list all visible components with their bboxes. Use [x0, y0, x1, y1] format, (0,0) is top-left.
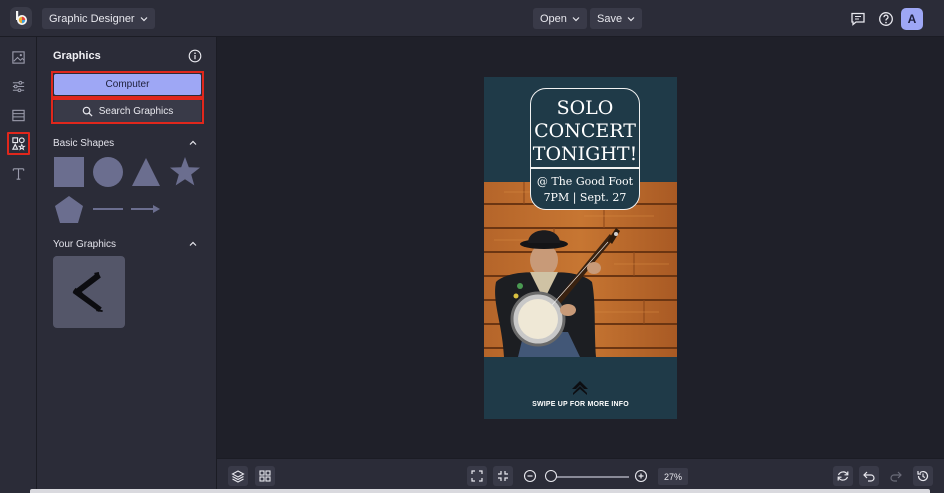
- mode-label: Graphic Designer: [49, 12, 135, 25]
- help-button[interactable]: [875, 8, 896, 29]
- star-shape[interactable]: [169, 156, 201, 187]
- app-logo[interactable]: [10, 7, 32, 29]
- grid-button[interactable]: [255, 466, 275, 486]
- pentagon-shape[interactable]: [54, 195, 84, 224]
- poster-title-box[interactable]: SOLO CONCERT TONIGHT! @ The Good Foot 7P…: [530, 88, 640, 210]
- zoom-in-button[interactable]: [631, 466, 651, 486]
- open-label: Open: [540, 12, 567, 25]
- design-canvas[interactable]: SOLO CONCERT TONIGHT! @ The Good Foot 7P…: [217, 37, 944, 458]
- undo-icon: [863, 471, 875, 482]
- fit-screen-button[interactable]: [467, 466, 487, 486]
- poster-venue-line: @ The Good Foot: [536, 175, 634, 188]
- shrink-button[interactable]: [493, 466, 513, 486]
- line-shape[interactable]: [93, 204, 123, 214]
- refresh-button[interactable]: [833, 466, 853, 486]
- basic-shapes-title: Basic Shapes: [53, 138, 115, 149]
- top-bar: Graphic Designer Open Save A: [0, 0, 944, 37]
- user-avatar[interactable]: A: [901, 8, 923, 30]
- refresh-icon: [837, 471, 849, 481]
- save-label: Save: [597, 12, 623, 25]
- rail-item-images[interactable]: [7, 46, 30, 69]
- history-button[interactable]: [913, 466, 933, 486]
- collapse-icon: [498, 471, 508, 481]
- tool-rail: [0, 37, 37, 493]
- poster-venue: @ The Good Foot 7PM | Sept. 27: [531, 174, 639, 206]
- comments-button[interactable]: [847, 8, 868, 29]
- rail-item-text[interactable]: [7, 162, 30, 185]
- layers-button[interactable]: [228, 466, 248, 486]
- zoom-out-button[interactable]: [520, 466, 540, 486]
- chevron-down-icon: [572, 16, 580, 21]
- comment-icon: [850, 12, 865, 26]
- panel-title: Graphics: [53, 50, 101, 62]
- rail-item-layout[interactable]: [7, 104, 30, 127]
- chevron-down-icon: [140, 16, 148, 21]
- layers-icon: [231, 470, 245, 483]
- poster-title: SOLO CONCERT TONIGHT!: [532, 97, 638, 165]
- zoom-out-icon: [523, 469, 537, 483]
- rail-item-adjust[interactable]: [7, 75, 30, 98]
- search-graphics-label: Search Graphics: [98, 105, 174, 117]
- zoom-slider-handle[interactable]: [545, 470, 557, 482]
- your-graphic-thumbnail[interactable]: [53, 256, 125, 328]
- save-dropdown[interactable]: Save: [590, 8, 643, 29]
- zoom-value[interactable]: 27%: [658, 468, 688, 485]
- expand-icon: [471, 470, 483, 482]
- arrow-shape[interactable]: [131, 204, 161, 214]
- text-icon: [12, 168, 25, 180]
- bottom-toolbar: 27%: [217, 458, 944, 493]
- history-icon: [917, 470, 929, 482]
- computer-upload-button[interactable]: Computer: [54, 74, 201, 95]
- zoom-slider-track[interactable]: [547, 476, 629, 478]
- redo-button[interactable]: [886, 466, 906, 486]
- info-icon[interactable]: [188, 49, 202, 63]
- zoom-in-icon: [634, 469, 648, 483]
- logo-icon: [16, 11, 27, 25]
- layout-icon: [12, 109, 25, 122]
- sliders-icon: [12, 80, 25, 93]
- mode-dropdown[interactable]: Graphic Designer: [42, 8, 155, 29]
- undo-button[interactable]: [859, 466, 879, 486]
- poster-swipe-text: SWIPE UP FOR MORE INFO: [532, 401, 629, 408]
- triangle-shape[interactable]: [131, 157, 161, 187]
- chevron-down-icon: [627, 16, 635, 21]
- your-graphics-title: Your Graphics: [53, 239, 116, 250]
- graphics-icon: [11, 137, 26, 151]
- search-graphics-button[interactable]: Search Graphics: [54, 100, 201, 122]
- circle-shape[interactable]: [93, 157, 123, 187]
- help-icon: [878, 11, 893, 26]
- open-dropdown[interactable]: Open: [533, 8, 587, 29]
- search-icon: [82, 106, 93, 117]
- image-icon: [12, 51, 25, 64]
- graphics-panel: Graphics Computer Search Graphics Basic …: [37, 37, 217, 493]
- grid-icon: [259, 470, 271, 482]
- rail-item-graphics[interactable]: [7, 132, 30, 155]
- brush-chevron-icon: [72, 272, 103, 312]
- chevron-up-icon[interactable]: [188, 239, 198, 249]
- swipe-up-icon: [572, 381, 588, 395]
- chevron-up-icon[interactable]: [188, 138, 198, 148]
- square-shape[interactable]: [54, 157, 84, 187]
- poster-time-line: 7PM | Sept. 27: [543, 191, 627, 204]
- redo-icon: [890, 471, 902, 482]
- poster-design[interactable]: SOLO CONCERT TONIGHT! @ The Good Foot 7P…: [484, 77, 677, 419]
- bottom-edge-strip: [30, 489, 930, 493]
- poster-title-divider: [531, 167, 639, 169]
